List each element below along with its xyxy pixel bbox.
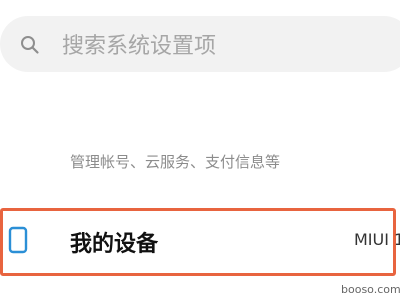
device-title: 我的设备 bbox=[70, 232, 159, 257]
watermark: booso.com bbox=[341, 283, 400, 296]
account-subtitle: 管理帐号、云服务、支付信息等 bbox=[70, 153, 281, 171]
row-highlight bbox=[0, 208, 396, 276]
search-icon bbox=[21, 36, 39, 54]
phone-icon bbox=[8, 226, 28, 254]
device-version: MIUI 1 bbox=[354, 230, 400, 249]
search-placeholder: 搜索系统设置项 bbox=[62, 34, 217, 59]
